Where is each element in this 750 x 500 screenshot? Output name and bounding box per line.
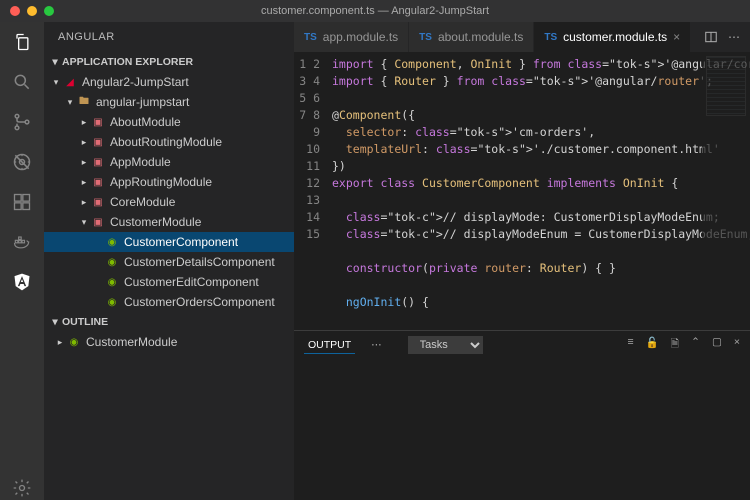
source-control-icon[interactable] — [10, 110, 34, 134]
explorer-icon[interactable] — [10, 30, 34, 54]
more-icon[interactable]: ⋯ — [371, 339, 382, 351]
tree-item-label: AppModule — [110, 155, 171, 169]
tree-component-CustomerOrdersComponent[interactable]: ◉ CustomerOrdersComponent — [44, 292, 294, 312]
tree-item-label: angular-jumpstart — [96, 95, 189, 109]
tree-module-CustomerModule[interactable]: ▾▣ CustomerModule — [44, 212, 294, 232]
window-minimize[interactable] — [27, 6, 37, 16]
section-label: APPLICATION EXPLORER — [62, 56, 193, 68]
chevron-right-icon: ▸ — [78, 137, 90, 148]
outline-item[interactable]: ▸ ◉ CustomerModule — [44, 332, 294, 352]
tab-app-module[interactable]: TS app.module.ts — [294, 22, 409, 52]
chevron-down-icon: ▾ — [48, 316, 62, 328]
clear-output-icon[interactable]: ≡ — [627, 336, 633, 354]
docker-icon[interactable] — [10, 230, 34, 254]
tab-label: about.module.ts — [438, 30, 523, 44]
tree-component-CustomerDetailsComponent[interactable]: ◉ CustomerDetailsComponent — [44, 252, 294, 272]
tree-component-CustomerEditComponent[interactable]: ◉ CustomerEditComponent — [44, 272, 294, 292]
chevron-down-icon: ▾ — [78, 217, 90, 228]
chevron-right-icon: ▸ — [54, 337, 66, 348]
tree-item-label: AboutRoutingModule — [110, 135, 222, 149]
chevron-right-icon: ▸ — [78, 177, 90, 188]
tree-module-AboutRoutingModule[interactable]: ▸▣ AboutRoutingModule — [44, 132, 294, 152]
explorer-tree: ▾◢Angular2-JumpStart▾🖿angular-jumpstart▸… — [44, 72, 294, 312]
tree-item-label: AboutModule — [110, 115, 181, 129]
mod-icon: ▣ — [90, 157, 106, 168]
angular-icon[interactable] — [10, 270, 34, 294]
chevron-right-icon: ▸ — [78, 117, 90, 128]
more-icon[interactable]: ⋯ — [728, 30, 740, 44]
mod-icon: ▣ — [90, 217, 106, 228]
cmp-icon: ◉ — [104, 277, 120, 288]
minimap[interactable] — [702, 52, 750, 330]
fold-icon: 🖿 — [76, 94, 92, 111]
tree-item-label: AppRoutingModule — [110, 175, 212, 189]
mod-icon: ▣ — [90, 137, 106, 148]
tab-about-module[interactable]: TS about.module.ts — [409, 22, 534, 52]
tree-item-label: CustomerOrdersComponent — [124, 295, 275, 309]
titlebar: customer.component.ts — Angular2-JumpSta… — [0, 0, 750, 22]
cmp-icon: ◉ — [104, 257, 120, 268]
mod-icon: ▣ — [90, 197, 106, 208]
tree-item-label: Angular2-JumpStart — [82, 75, 189, 89]
tab-label: customer.module.ts — [563, 30, 667, 44]
chevron-right-icon: ▸ — [78, 157, 90, 168]
tree-component-CustomerComponent[interactable]: ◉ CustomerComponent — [44, 232, 294, 252]
tree-module-AppModule[interactable]: ▸▣ AppModule — [44, 152, 294, 172]
debug-icon[interactable] — [10, 150, 34, 174]
tab-label: app.module.ts — [323, 30, 398, 44]
ts-icon: TS — [304, 32, 317, 43]
search-icon[interactable] — [10, 70, 34, 94]
chevron-right-icon: ▸ — [78, 197, 90, 208]
window-title: customer.component.ts — Angular2-JumpSta… — [0, 5, 750, 17]
maximize-panel-icon[interactable]: ▢ — [712, 336, 722, 354]
extensions-icon[interactable] — [10, 190, 34, 214]
window-zoom[interactable] — [44, 6, 54, 16]
outline-tree: ▸ ◉ CustomerModule — [44, 332, 294, 352]
bottom-panel: OUTPUT ⋯ Tasks ≡ 🔓 🗎 ⌃ ▢ × — [294, 330, 750, 500]
tree-project[interactable]: ▾🖿 angular-jumpstart — [44, 92, 294, 112]
close-panel-icon[interactable]: × — [734, 336, 740, 354]
tree-item-label: CustomerEditComponent — [124, 275, 259, 289]
sidebar-title: ANGULAR — [44, 22, 294, 52]
cmp-icon: ◉ — [104, 297, 120, 308]
ts-icon: TS — [544, 32, 557, 43]
tree-module-AppRoutingModule[interactable]: ▸▣ AppRoutingModule — [44, 172, 294, 192]
tree-root[interactable]: ▾◢ Angular2-JumpStart — [44, 72, 294, 92]
mod-icon: ▣ — [90, 177, 106, 188]
tree-item-label: CustomerDetailsComponent — [124, 255, 275, 269]
activity-bar — [0, 22, 44, 500]
ts-icon: TS — [419, 32, 432, 43]
tab-customer-module[interactable]: TS customer.module.ts × — [534, 22, 691, 52]
tree-item-label: CustomerComponent — [124, 235, 238, 249]
outline-item-label: CustomerModule — [86, 335, 177, 349]
chevron-up-icon[interactable]: ⌃ — [691, 336, 700, 354]
tree-item-label: CoreModule — [110, 195, 175, 209]
close-icon[interactable]: × — [673, 30, 680, 44]
section-outline[interactable]: ▾OUTLINE — [44, 312, 294, 332]
lock-scroll-icon[interactable]: 🔓 — [646, 336, 659, 354]
code-editor[interactable]: 1 2 3 4 5 6 7 8 9 10 11 12 13 14 15 impo… — [294, 52, 750, 330]
section-application-explorer[interactable]: ▾APPLICATION EXPLORER — [44, 52, 294, 72]
chevron-down-icon: ▾ — [64, 97, 76, 108]
ang-icon: ◢ — [62, 77, 78, 88]
open-file-icon[interactable]: 🗎 — [671, 336, 679, 354]
panel-tab-output[interactable]: OUTPUT — [304, 337, 355, 354]
tree-module-AboutModule[interactable]: ▸▣ AboutModule — [44, 112, 294, 132]
settings-gear-icon[interactable] — [10, 476, 34, 500]
cmp-icon: ◉ — [104, 237, 120, 248]
line-gutter: 1 2 3 4 5 6 7 8 9 10 11 12 13 14 15 — [294, 52, 328, 330]
chevron-down-icon: ▾ — [50, 77, 62, 88]
module-icon: ◉ — [66, 337, 82, 348]
window-close[interactable] — [10, 6, 20, 16]
sidebar: ANGULAR ▾APPLICATION EXPLORER ▾◢Angular2… — [44, 22, 294, 500]
split-editor-icon[interactable] — [704, 30, 718, 44]
editor-tabs: TS app.module.ts TS about.module.ts TS cust… — [294, 22, 750, 52]
chevron-down-icon: ▾ — [48, 56, 62, 68]
tree-item-label: CustomerModule — [110, 215, 201, 229]
mod-icon: ▣ — [90, 117, 106, 128]
output-channel-select[interactable]: Tasks — [408, 336, 483, 354]
tree-module-CoreModule[interactable]: ▸▣ CoreModule — [44, 192, 294, 212]
code-content[interactable]: import { Component, OnInit } from class=… — [328, 52, 750, 330]
section-label: OUTLINE — [62, 316, 108, 328]
